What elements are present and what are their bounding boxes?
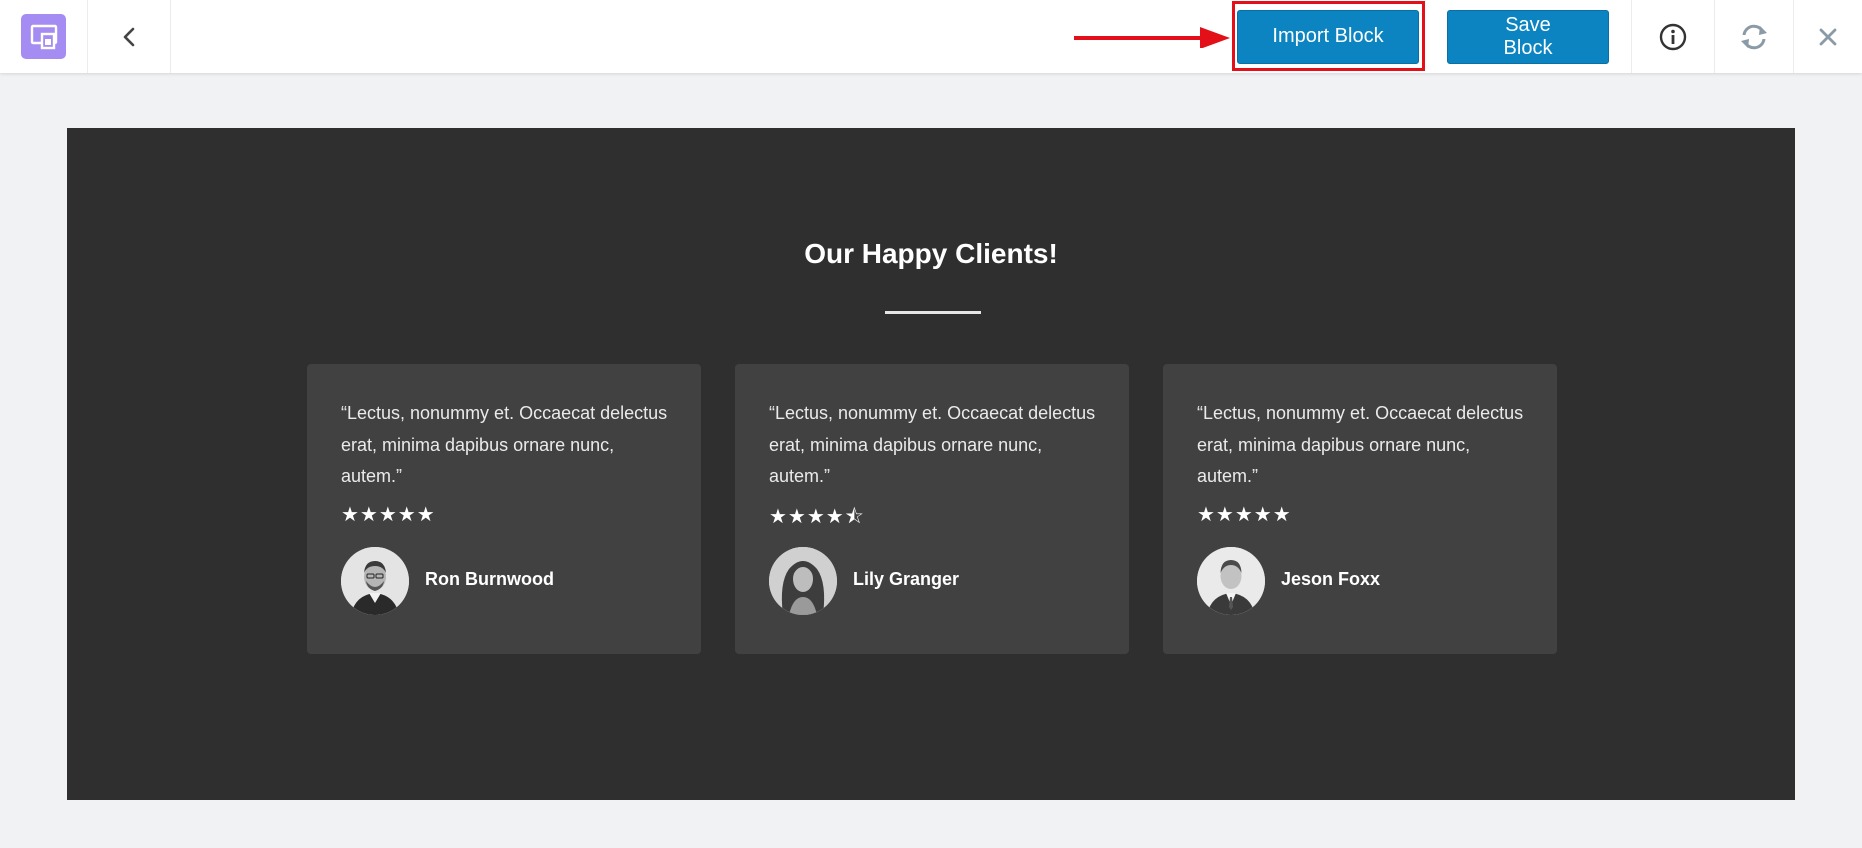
testimonial-card: “Lectus, nonummy et. Occaecat delectus e… (1163, 364, 1557, 654)
info-icon (1659, 23, 1687, 50)
testimonial-quote: “Lectus, nonummy et. Occaecat delectus e… (1197, 403, 1524, 486)
refresh-button[interactable] (1714, 0, 1793, 73)
avatar (341, 547, 409, 615)
star-rating: ★★★★⯪ (769, 504, 865, 528)
chevron-left-icon (123, 27, 135, 46)
save-block-button[interactable]: Save Block (1447, 9, 1609, 64)
star-rating: ★★★★★ (341, 502, 436, 526)
info-button[interactable] (1631, 0, 1714, 73)
testimonial-card: “Lectus, nonummy et. Occaecat delectus e… (307, 364, 701, 654)
testimonials-section: Our Happy Clients! “Lectus, nonummy et. … (67, 128, 1795, 800)
testimonial-quote: “Lectus, nonummy et. Occaecat delectus e… (769, 403, 1096, 486)
avatar (1197, 547, 1265, 615)
section-title: Our Happy Clients! (804, 238, 1058, 269)
avatar (769, 547, 837, 615)
star-rating: ★★★★★ (1197, 502, 1292, 526)
logo-cell (0, 0, 88, 73)
client-name: Jeson Foxx (1281, 569, 1381, 589)
testimonial-card: “Lectus, nonummy et. Occaecat delectus e… (735, 364, 1129, 654)
testimonial-quote: “Lectus, nonummy et. Occaecat delectus e… (341, 403, 668, 486)
annotation-arrow-icon (1074, 27, 1230, 48)
toolbar-actions: Import Block Save Block (1237, 0, 1631, 73)
client-name: Ron Burnwood (425, 569, 554, 589)
title-divider (885, 311, 981, 314)
back-button[interactable] (88, 0, 171, 73)
import-block-button[interactable]: Import Block (1237, 9, 1419, 64)
client-name: Lily Granger (853, 569, 960, 589)
top-toolbar: Import Block Save Block (0, 0, 1862, 73)
refresh-icon (1741, 24, 1767, 49)
close-icon (1819, 28, 1837, 45)
app-logo-icon (21, 14, 66, 59)
close-button[interactable] (1793, 0, 1862, 73)
